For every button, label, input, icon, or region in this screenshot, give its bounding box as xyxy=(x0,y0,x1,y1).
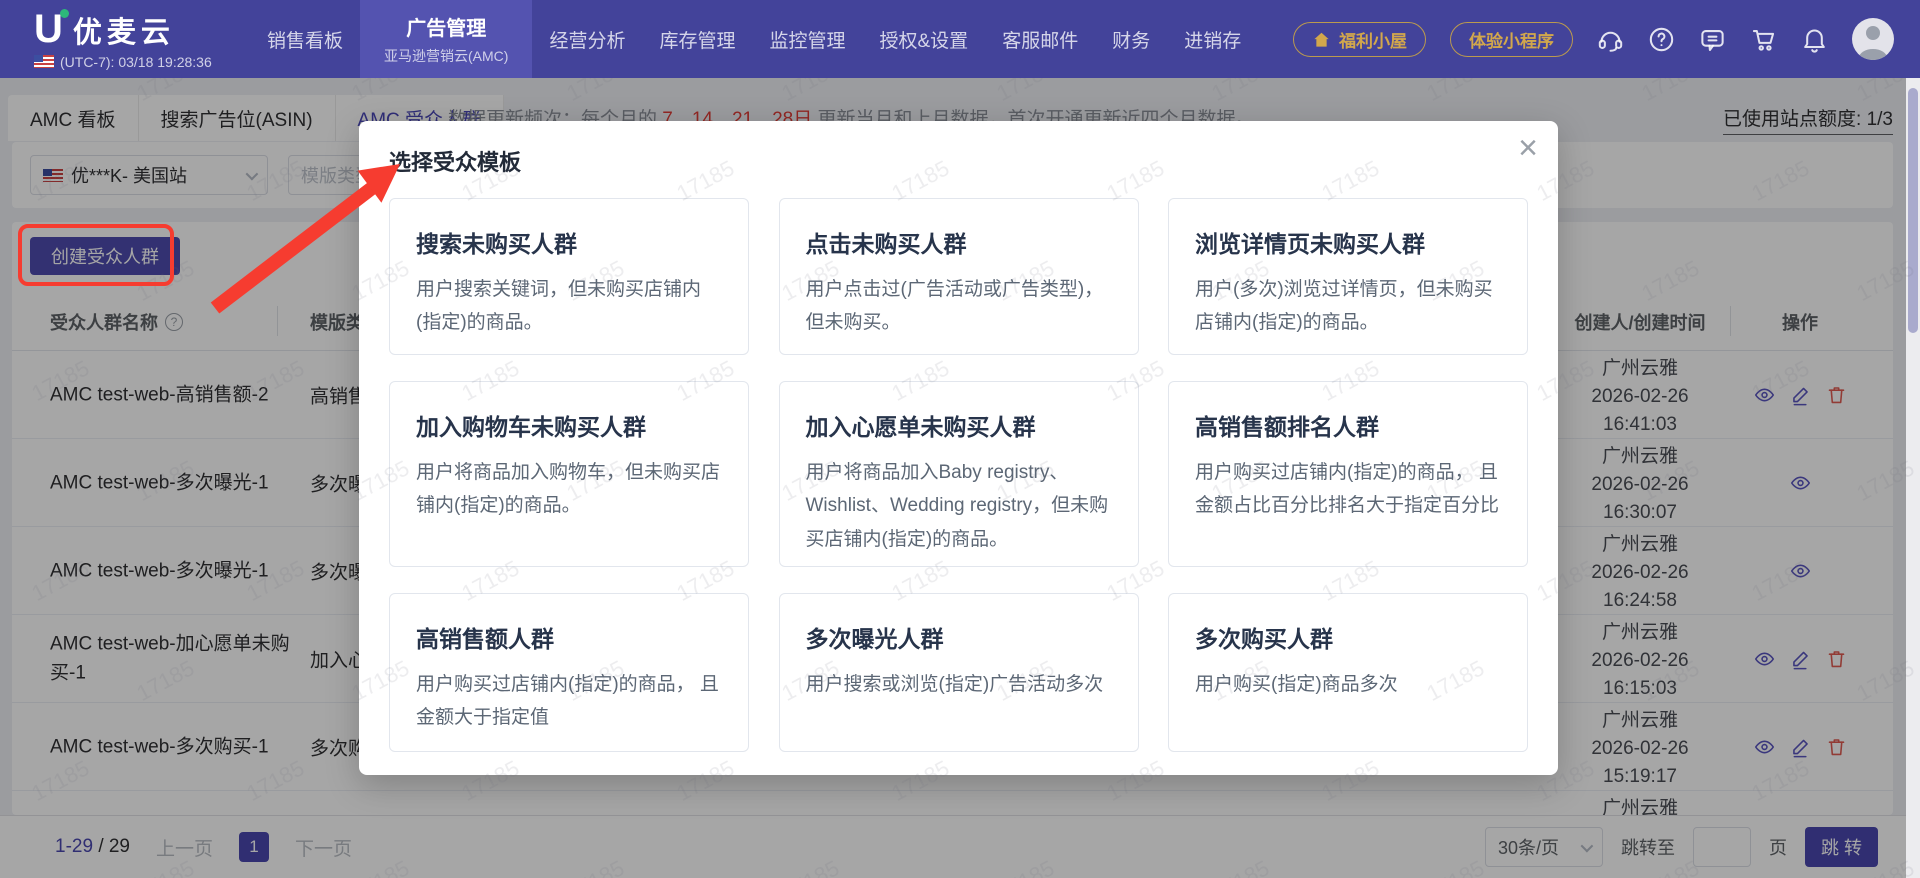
bell-icon[interactable] xyxy=(1801,26,1828,53)
help-icon[interactable] xyxy=(1648,26,1675,53)
card-desc: 用户购买过店铺内(指定)的商品， 且金额大于指定值 xyxy=(416,674,719,729)
topbar-icons xyxy=(1597,26,1828,53)
select-template-modal: 选择受众模板 × 搜索未购买人群 用户搜索关键词，但未购买店铺内(指定)的商品。点… xyxy=(359,121,1558,775)
template-card[interactable]: 搜索未购买人群用户搜索关键词，但未购买店铺内(指定)的商品。 xyxy=(389,198,749,355)
nav-item[interactable]: 库存管理 xyxy=(642,0,752,78)
template-card[interactable]: 点击未购买人群用户点击过(广告活动或广告类型)，但未购买。 xyxy=(778,198,1139,355)
card-desc: 用户购买(指定)商品多次 xyxy=(1195,674,1398,695)
card-title: 多次购买人群 xyxy=(1195,626,1333,652)
topbar-right: 福利小屋 体验小程序 xyxy=(1293,18,1894,60)
card-title: 多次曝光人群 xyxy=(805,626,944,652)
house-icon xyxy=(1312,30,1331,49)
main-nav: 销售看板 广告管理 亚马逊营销云(AMC) 经营分析 库存管理 监控管理 授权&设置 客服邮件… xyxy=(250,0,1258,78)
close-icon[interactable]: × xyxy=(1518,131,1538,165)
scrollbar[interactable] xyxy=(1906,78,1920,878)
card-desc: 用户将商品加入Baby registry、Wishlist、Wedding re… xyxy=(805,462,1109,550)
topbar: U 优麦云 (UTC-7): 03/18 19:28:36 销售看板 广告管理 亚马… xyxy=(0,0,1920,78)
card-desc: 用户搜索或浏览(指定)广告活动多次 xyxy=(805,674,1104,695)
template-card[interactable]: 加入心愿单未购买人群用户将商品加入Baby registry、Wishlist、… xyxy=(778,381,1139,567)
card-title: 搜索未购买人群 xyxy=(416,231,577,257)
template-card[interactable]: 浏览详情页未购买人群用户(多次)浏览过详情页，但未购买店铺内(指定)的商品。 xyxy=(1168,198,1528,355)
template-card[interactable]: 加入购物车未购买人群用户将商品加入购物车，但未购买店铺内(指定)的商品。 xyxy=(389,381,749,567)
logo-text: 优麦云 xyxy=(72,16,175,49)
nav-item[interactable]: 监控管理 xyxy=(752,0,862,78)
message-icon[interactable] xyxy=(1699,26,1726,53)
logo-icon: U xyxy=(34,8,69,49)
nav-item[interactable]: 经营分析 xyxy=(532,0,642,78)
nav-item[interactable]: 进销存 xyxy=(1167,0,1258,78)
card-desc: 用户(多次)浏览过详情页，但未购买店铺内(指定)的商品。 xyxy=(1195,279,1493,334)
timezone-clock: (UTC-7): 03/18 19:28:36 xyxy=(34,54,244,70)
template-grid: 搜索未购买人群 用户搜索关键词，但未购买店铺内(指定)的商品。 点击未购买人群 用户点… xyxy=(389,198,1528,752)
template-card[interactable]: 多次曝光人群用户搜索或浏览(指定)广告活动多次 xyxy=(778,593,1139,752)
template-card[interactable]: 高销售额排名人群用户购买过店铺内(指定)的商品， 且金额占比百分比排名大于指定百… xyxy=(1168,381,1528,567)
template-card[interactable]: 多次购买人群用户购买(指定)商品多次 xyxy=(1168,593,1528,752)
welfare-house-button[interactable]: 福利小屋 xyxy=(1293,21,1426,57)
nav-item[interactable]: 授权&设置 xyxy=(863,0,986,78)
headset-icon[interactable] xyxy=(1597,26,1624,53)
modal-title: 选择受众模板 xyxy=(389,150,522,175)
card-desc: 用户将商品加入购物车，但未购买店铺内(指定)的商品。 xyxy=(416,462,721,517)
card-title: 点击未购买人群 xyxy=(805,231,967,257)
us-flag-icon xyxy=(34,55,54,68)
card-title: 高销售额排名人群 xyxy=(1195,414,1379,440)
card-title: 加入心愿单未购买人群 xyxy=(805,414,1036,440)
brand: U 优麦云 (UTC-7): 03/18 19:28:36 xyxy=(34,8,244,70)
scrollbar-thumb[interactable] xyxy=(1908,88,1918,333)
template-card[interactable]: 高销售额人群用户购买过店铺内(指定)的商品， 且金额大于指定值 xyxy=(389,593,749,752)
nav-item[interactable]: 销售看板 xyxy=(250,0,360,78)
nav-item[interactable]: 广告管理 亚马逊营销云(AMC) xyxy=(360,0,533,78)
mini-program-button[interactable]: 体验小程序 xyxy=(1450,21,1573,57)
card-title: 高销售额人群 xyxy=(416,626,554,652)
card-desc: 用户点击过(广告活动或广告类型)，但未购买。 xyxy=(805,279,1104,334)
card-desc: 用户购买过店铺内(指定)的商品， 且金额占比百分比排名大于指定百分比 xyxy=(1195,462,1500,517)
nav-item[interactable]: 客服邮件 xyxy=(985,0,1095,78)
card-title: 浏览详情页未购买人群 xyxy=(1195,231,1425,257)
cart-icon[interactable] xyxy=(1750,26,1777,53)
card-title: 加入购物车未购买人群 xyxy=(416,414,646,440)
user-avatar[interactable] xyxy=(1852,18,1894,60)
nav-item[interactable]: 财务 xyxy=(1095,0,1167,78)
card-desc: 用户搜索关键词，但未购买店铺内(指定)的商品。 xyxy=(416,279,702,334)
